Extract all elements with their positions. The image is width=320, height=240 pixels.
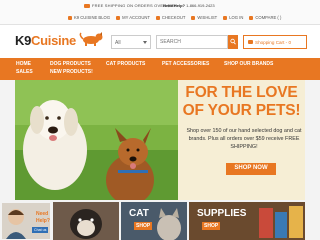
lock-icon <box>223 15 228 20</box>
user-icon <box>116 15 121 20</box>
dog-tile[interactable] <box>53 202 119 240</box>
search-button[interactable] <box>228 35 238 49</box>
category-select-value: All <box>115 40 121 46</box>
wishlist-link[interactable]: WISHLIST <box>191 15 217 20</box>
dog-photo <box>53 202 119 240</box>
compare-label: COMPARE ( ) <box>255 15 282 20</box>
site-header: K9Cuisine All Shopping Cart - 0 <box>0 25 320 58</box>
supplies-tile-sub: SHOP <box>202 222 221 230</box>
login-label: LOG IN <box>229 15 244 20</box>
compare-icon <box>249 15 254 20</box>
supplies-shop-tile[interactable]: SUPPLIES SHOP <box>189 202 305 240</box>
cart-icon <box>248 40 253 44</box>
nav-sales[interactable]: SALES <box>16 69 33 75</box>
main-nav: HOME DOG PRODUCTS CAT PRODUCTS PET ACCES… <box>0 58 320 80</box>
supplies-tile-label: SUPPLIES <box>197 208 247 219</box>
need-help-label: Need Help? <box>163 3 186 8</box>
checkout-label: CHECKOUT <box>161 15 186 20</box>
cat-tile-sub: SHOP <box>134 222 153 230</box>
nav-dog-products[interactable]: DOG PRODUCTS <box>50 61 91 67</box>
nav-cat-products[interactable]: CAT PRODUCTS <box>106 61 145 67</box>
nav-pet-accessories[interactable]: PET ACCESSORIES <box>162 61 209 67</box>
hero-title-line2: OF YOUR PETS! <box>182 102 301 119</box>
help-phone: Need Help? 1-866-919-2423 <box>163 3 215 8</box>
truck-icon <box>84 3 90 8</box>
hero-body-text: Shop over 150 of our hand selected dog a… <box>186 128 302 150</box>
blog-link[interactable]: K9 CUISINE BLOG <box>68 15 110 20</box>
heart-icon <box>191 15 196 20</box>
login-link[interactable]: LOG IN <box>223 15 243 20</box>
wishlist-label: WISHLIST <box>197 15 218 20</box>
compare-link[interactable]: COMPARE ( ) <box>249 15 281 20</box>
search-icon <box>230 38 236 45</box>
chevron-down-icon <box>143 41 147 44</box>
blog-link-label: K9 CUISINE BLOG <box>74 15 111 20</box>
cart-label: Shopping Cart - 0 <box>255 40 292 45</box>
checkout-link[interactable]: CHECKOUT <box>155 15 186 20</box>
shop-now-button[interactable]: SHOP NOW <box>226 163 276 175</box>
checkout-icon <box>155 15 160 20</box>
cat-tile-label: CAT <box>129 208 149 219</box>
search-input[interactable] <box>156 35 228 49</box>
top-bar: FREE SHIPPING ON ORDERS OVER $59! Need H… <box>0 0 320 25</box>
logo-k9: K9 <box>15 33 32 48</box>
hero-text-panel: FOR THE LOVE OF YOUR PETS! Shop over 150… <box>178 80 305 200</box>
dog-logo-icon <box>79 32 103 46</box>
logo-cuisine: Cuisine <box>31 33 76 48</box>
nav-shop-our-brands[interactable]: SHOP OUR BRANDS <box>224 61 273 67</box>
cat-shop-tile[interactable]: CAT SHOP <box>121 202 187 240</box>
hero-title-line1: FOR THE LOVE <box>185 84 298 101</box>
dogs-photo <box>15 80 178 200</box>
blog-icon <box>68 15 72 20</box>
shopping-cart-button[interactable]: Shopping Cart - 0 <box>243 35 307 49</box>
my-account-link[interactable]: MY ACCOUNT <box>116 15 150 20</box>
account-links: K9 CUISINE BLOG MY ACCOUNT CHECKOUT WISH… <box>68 15 281 20</box>
nav-new-products[interactable]: NEW PRODUCTS! <box>50 69 93 75</box>
hero-banner[interactable]: FOR THE LOVE OF YOUR PETS! Shop over 150… <box>15 80 305 200</box>
my-account-label: MY ACCOUNT <box>122 15 150 20</box>
nav-home[interactable]: HOME <box>16 61 31 67</box>
category-tiles: CAT SHOP SUPPLIES SHOP <box>15 202 305 240</box>
category-select[interactable]: All <box>111 35 151 49</box>
phone-number[interactable]: 1-866-919-2423 <box>186 3 214 8</box>
site-logo[interactable]: K9Cuisine <box>15 33 76 48</box>
